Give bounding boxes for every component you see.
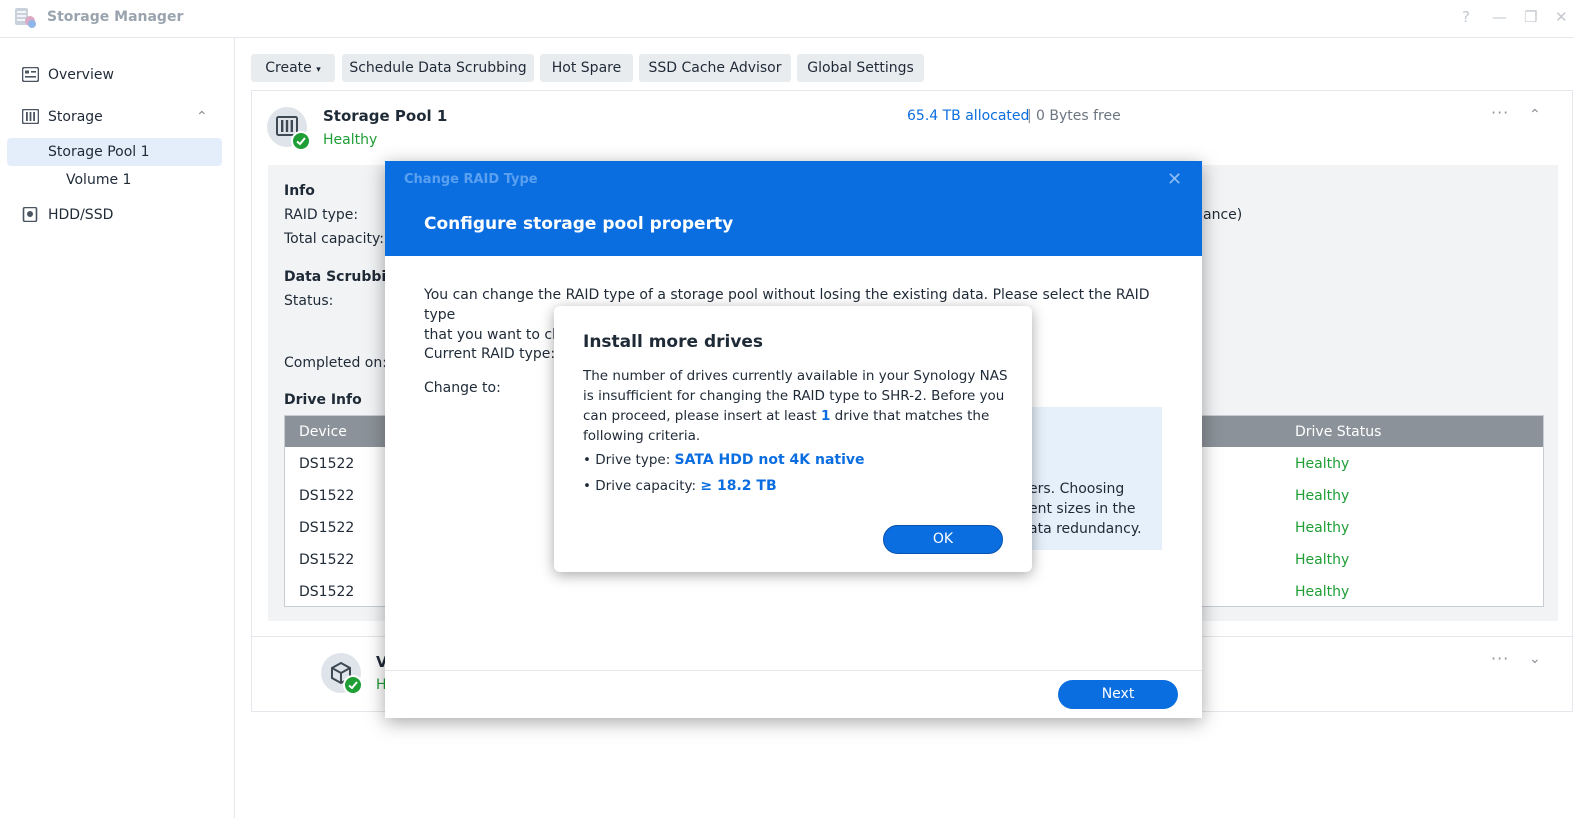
dialog-heading: Configure storage pool property <box>424 214 734 234</box>
info-text-line: ata redundancy. <box>1029 521 1142 537</box>
completed-on-label: Completed on: <box>284 355 387 371</box>
alert-body-line: following criteria. <box>583 428 701 444</box>
next-button[interactable]: Next <box>1058 680 1178 709</box>
alert-title: Install more drives <box>583 332 764 352</box>
sidebar-item-storage-pool-1[interactable]: Storage Pool 1 <box>7 138 222 166</box>
device-cell: DS1522 <box>299 552 355 568</box>
caret-down-icon: ▾ <box>316 65 321 75</box>
pool-name: Storage Pool 1 <box>323 107 448 125</box>
dialog-header: Change RAID Type Configure storage pool … <box>385 161 1202 256</box>
overview-icon <box>22 67 39 82</box>
pool-allocated[interactable]: 65.4 TB allocated <box>907 108 1029 124</box>
status-cell: Healthy <box>1295 488 1350 504</box>
pool-free: 0 Bytes free <box>1036 108 1121 124</box>
criteria-value: SATA HDD not 4K native <box>674 452 865 468</box>
alert-body: The number of drives currently available… <box>583 366 1008 446</box>
raid-type-value-tail: ance) <box>1203 207 1243 223</box>
status-cell: Healthy <box>1295 456 1350 472</box>
device-cell: DS1522 <box>299 584 355 600</box>
criteria-value: ≥ 18.2 TB <box>700 478 777 494</box>
sidebar-item-label: Storage <box>48 109 103 125</box>
dialog-window-title: Change RAID Type <box>404 172 538 187</box>
dialog-footer-divider <box>385 670 1202 671</box>
hdd-icon <box>22 207 38 222</box>
device-cell: DS1522 <box>299 520 355 536</box>
column-header-device[interactable]: Device <box>299 424 347 440</box>
more-options-icon[interactable]: ··· <box>1491 649 1509 668</box>
device-cell: DS1522 <box>299 456 355 472</box>
raid-info-box: ers. Choosing ent sizes in the ata redun… <box>1025 407 1162 550</box>
info-text-line: ers. Choosing <box>1029 481 1125 497</box>
create-button[interactable]: Create ▾ <box>251 54 335 82</box>
criteria-label: • Drive type: <box>583 452 675 468</box>
status-cell: Healthy <box>1295 520 1350 536</box>
create-label: Create <box>265 60 312 76</box>
alert-text: can proceed, please insert at least <box>583 408 821 424</box>
sidebar-item-label: Overview <box>48 67 114 83</box>
ok-button[interactable]: OK <box>883 525 1003 554</box>
storage-pool-icon <box>267 107 311 151</box>
sidebar-item-storage[interactable]: Storage ⌃ <box>0 103 234 131</box>
raid-type-label: RAID type: <box>284 207 359 223</box>
total-capacity-label: Total capacity: <box>284 231 384 247</box>
ssd-cache-advisor-button[interactable]: SSD Cache Advisor <box>639 54 791 82</box>
alert-body-line: The number of drives currently available… <box>583 368 1008 384</box>
help-icon[interactable]: ? <box>1462 8 1470 26</box>
criteria-drive-capacity: • Drive capacity: ≥ 18.2 TB <box>583 478 777 494</box>
chevron-up-icon[interactable]: ⌃ <box>196 109 208 125</box>
storage-icon <box>22 109 39 124</box>
alert-text: drive that matches the <box>830 408 990 424</box>
close-window-icon[interactable]: ✕ <box>1555 8 1568 26</box>
status-cell: Healthy <box>1295 552 1350 568</box>
chevron-up-icon[interactable]: ⌃ <box>1529 107 1541 123</box>
sidebar: Overview Storage ⌃ Storage Pool 1 Volume… <box>0 38 235 818</box>
sidebar-item-label: Storage Pool 1 <box>48 144 150 160</box>
status-cell: Healthy <box>1295 584 1350 600</box>
chevron-down-icon[interactable]: ⌄ <box>1529 651 1541 667</box>
restore-icon[interactable]: ❐ <box>1524 8 1537 26</box>
healthy-check-icon <box>291 131 311 151</box>
sidebar-item-overview[interactable]: Overview <box>0 61 234 89</box>
sidebar-item-hdd-ssd[interactable]: HDD/SSD <box>0 201 234 229</box>
scrubbing-status-label: Status: <box>284 293 334 309</box>
install-more-drives-alert: Install more drives The number of drives… <box>554 306 1032 572</box>
drive-count: 1 <box>820 408 831 424</box>
info-text-line: ent sizes in the <box>1029 501 1136 517</box>
change-to-label: Change to: <box>424 380 501 396</box>
close-icon[interactable]: ✕ <box>1167 169 1182 190</box>
hot-spare-button[interactable]: Hot Spare <box>540 54 633 82</box>
pool-status: Healthy <box>323 132 378 148</box>
column-header-drive-status[interactable]: Drive Status <box>1295 424 1381 440</box>
volume-icon <box>321 653 363 695</box>
more-options-icon[interactable]: ··· <box>1491 103 1509 122</box>
drive-info-heading: Drive Info <box>284 392 362 408</box>
global-settings-button[interactable]: Global Settings <box>797 54 924 82</box>
device-cell: DS1522 <box>299 488 355 504</box>
title-bar: Storage Manager ? — ❐ ✕ <box>0 0 1573 38</box>
criteria-drive-type: • Drive type: SATA HDD not 4K native <box>583 452 865 468</box>
criteria-label: • Drive capacity: <box>583 478 701 494</box>
minimize-icon[interactable]: — <box>1492 8 1507 26</box>
separator: | <box>1027 108 1032 124</box>
data-scrubbing-heading: Data Scrubbin <box>284 269 397 285</box>
current-raid-type-label: Current RAID type: <box>424 346 556 362</box>
storage-manager-app-icon <box>15 8 36 28</box>
sidebar-item-label: Volume 1 <box>66 172 132 188</box>
sidebar-item-volume-1[interactable]: Volume 1 <box>0 166 234 194</box>
window-title: Storage Manager <box>47 9 184 25</box>
alert-body-line: is insufficient for changing the RAID ty… <box>583 388 1005 404</box>
info-heading: Info <box>284 183 315 199</box>
sidebar-item-label: HDD/SSD <box>48 207 114 223</box>
alert-body-line: can proceed, please insert at least 1 dr… <box>583 406 1008 426</box>
healthy-check-icon <box>343 675 363 695</box>
schedule-data-scrubbing-button[interactable]: Schedule Data Scrubbing <box>342 54 534 82</box>
